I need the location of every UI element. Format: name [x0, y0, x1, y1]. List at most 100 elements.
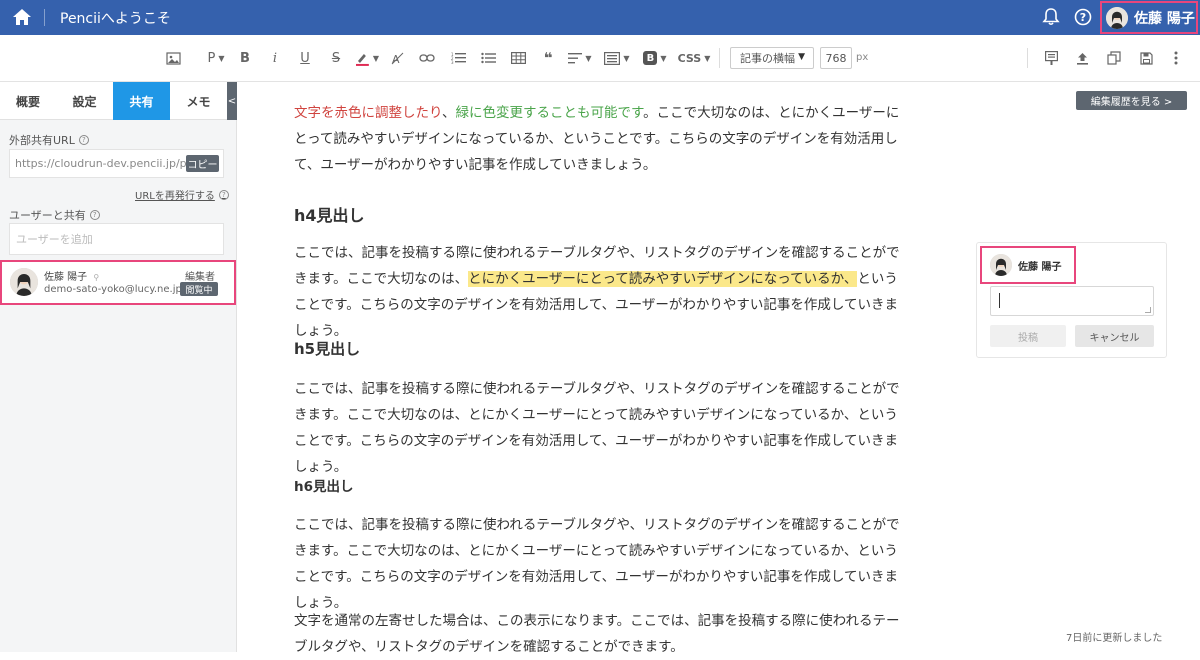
css-dropdown[interactable]: CSS ▼ — [677, 48, 711, 68]
editor-toolbar: P ▼ B i U S ▼ A 123 ❝ ▼ ▼ B ▼ CSS ▼ 記事の横幅 … — [0, 35, 1200, 82]
red-text: 文字を赤色に調整したり — [294, 105, 442, 121]
paragraph-dropdown[interactable]: P ▼ — [203, 48, 229, 68]
caret-down-icon: ▼ — [623, 53, 630, 63]
text-cursor — [999, 293, 1000, 308]
italic-button[interactable]: i — [268, 48, 282, 68]
tab-memo[interactable]: メモ — [170, 82, 227, 120]
avatar — [990, 254, 1012, 276]
last-updated-status: 7日前に更新しました — [1066, 633, 1163, 644]
avatar — [10, 268, 38, 296]
reissue-url-link[interactable]: URLを再発行する ? — [135, 187, 229, 202]
member-email: demo-sato-yoko@lucy.ne.jp — [44, 284, 182, 295]
user-name: 佐藤 陽子 — [1134, 10, 1195, 27]
caret-down-icon: ▼ — [585, 53, 592, 63]
post-comment-button[interactable]: 投稿 — [990, 325, 1066, 347]
more-options-icon[interactable] — [1170, 48, 1182, 68]
tab-overview[interactable]: 概要 — [0, 82, 56, 120]
edit-history-button[interactable]: 編集履歴を見る > — [1076, 91, 1187, 110]
heading-h5[interactable]: h5見出し — [294, 338, 360, 359]
comment-box: 佐藤 陽子 投稿 キャンセル — [976, 242, 1167, 358]
add-user-input[interactable]: ユーザーを追加 — [9, 223, 224, 255]
article-width-label: 記事の横幅 — [740, 52, 795, 65]
heading-h4[interactable]: h4見出し — [294, 202, 365, 226]
h6-paragraph[interactable]: ここでは、記事を投稿する際に使われるテーブルタグや、リストタグのデザインを確認す… — [294, 512, 906, 616]
svg-text:3: 3 — [451, 60, 454, 64]
blockquote-button[interactable]: ❝ — [540, 48, 556, 68]
home-icon[interactable] — [12, 8, 32, 26]
paragraph-label: P — [207, 50, 216, 66]
share-users-label-text: ユーザーと共有 — [9, 209, 86, 222]
table-icon[interactable] — [509, 48, 527, 68]
avatar — [1106, 6, 1128, 29]
help-icon[interactable]: ? — [78, 135, 89, 145]
upload-icon[interactable] — [1074, 48, 1090, 68]
member-name: 佐藤 陽子 ⚲ — [44, 268, 99, 283]
caret-down-icon: ▼ — [704, 53, 711, 63]
css-label: CSS — [677, 51, 702, 65]
external-url-label: 外部共有URL ? — [9, 132, 89, 148]
shared-member-row[interactable]: 佐藤 陽子 ⚲ demo-sato-yoko@lucy.ne.jp 編集者 閲覧… — [0, 260, 236, 305]
help-icon[interactable]: ? — [1074, 8, 1092, 26]
intro-paragraph[interactable]: 文字を赤色に調整したり、緑に色変更することも可能です。ここで大切なのは、とにかく… — [294, 100, 906, 178]
h4-paragraph[interactable]: ここでは、記事を投稿する際に使われるテーブルタグや、リストタグのデザインを確認す… — [294, 240, 906, 344]
save-icon[interactable] — [1138, 48, 1154, 68]
member-name-text: 佐藤 陽子 — [44, 272, 88, 283]
green-text: 緑に色変更することも可能です — [455, 105, 644, 121]
tab-share[interactable]: 共有 — [113, 82, 170, 120]
copy-icon[interactable] — [1106, 48, 1122, 68]
clear-format-icon[interactable]: A — [389, 48, 405, 68]
image-icon[interactable] — [164, 48, 182, 68]
width-unit: px — [856, 52, 869, 63]
article-width-select[interactable]: 記事の横幅 ▼ — [730, 47, 814, 69]
text-color-button[interactable]: ▼ — [355, 48, 379, 68]
comment-author: 佐藤 陽子 — [980, 246, 1076, 284]
external-url-label-text: 外部共有URL — [9, 134, 75, 147]
link-icon[interactable] — [418, 48, 436, 68]
toolbar-divider — [719, 48, 720, 68]
caret-down-icon: ▼ — [798, 52, 805, 62]
badge-dropdown[interactable]: B ▼ — [641, 48, 669, 68]
collapse-sidebar-button[interactable]: < — [227, 82, 237, 120]
heading-h6[interactable]: h6見出し — [294, 475, 354, 495]
h5-paragraph[interactable]: ここでは、記事を投稿する際に使われるテーブルタグや、リストタグのデザインを確認す… — [294, 376, 906, 480]
header-divider — [44, 9, 45, 26]
sidebar-tabs: 概要 設定 共有 メモ < — [0, 82, 237, 120]
svg-text:?: ? — [1080, 11, 1086, 24]
resize-handle-icon[interactable] — [1145, 307, 1151, 313]
tab-settings[interactable]: 設定 — [56, 82, 113, 120]
editor-content[interactable]: 編集履歴を見る > 文字を赤色に調整したり、緑に色変更することも可能です。ここで… — [237, 82, 1200, 655]
copy-url-button[interactable]: コピー — [186, 155, 219, 172]
caret-down-icon: ▼ — [372, 53, 379, 63]
bullet-list-icon[interactable] — [479, 48, 497, 68]
key-icon: ⚲ — [93, 273, 100, 282]
sidebar: 概要 設定 共有 メモ < 外部共有URL ? https://cloudrun… — [0, 82, 237, 652]
top-bar: Penciiへようこそ ? 佐藤 陽子 — [0, 0, 1200, 35]
comment-input[interactable] — [990, 286, 1154, 316]
b-badge: B — [643, 51, 658, 65]
caret-down-icon: ▼ — [218, 53, 225, 63]
viewing-status-badge: 閲覧中 — [180, 282, 218, 296]
external-url-value: https://cloudrun-dev.pencii.jp/public- — [15, 157, 187, 170]
caret-down-icon: ▼ — [660, 53, 667, 63]
help-icon[interactable]: ? — [89, 210, 100, 220]
share-users-label: ユーザーと共有 ? — [9, 207, 100, 223]
article-width-input[interactable]: 768 — [820, 47, 852, 69]
underline-button[interactable]: U — [298, 48, 312, 68]
strikethrough-button[interactable]: S — [329, 48, 343, 68]
comment-author-name: 佐藤 陽子 — [1018, 261, 1062, 273]
reissue-url-label: URLを再発行する — [135, 191, 215, 202]
cancel-comment-button[interactable]: キャンセル — [1075, 325, 1154, 347]
help-icon[interactable]: ? — [218, 189, 229, 200]
block-style-dropdown[interactable]: ▼ — [603, 48, 631, 68]
align-dropdown[interactable]: ▼ — [567, 48, 593, 68]
left-aligned-paragraph[interactable]: 文字を通常の左寄せした場合は、この表示になります。ここでは、記事を投稿する際に使… — [294, 608, 906, 660]
ordered-list-icon[interactable]: 123 — [449, 48, 467, 68]
user-menu[interactable]: 佐藤 陽子 — [1100, 1, 1198, 34]
bell-icon[interactable] — [1041, 7, 1061, 27]
intro-separator: 、 — [441, 105, 456, 121]
member-role[interactable]: 編集者 — [185, 268, 215, 283]
highlighted-text: とにかくユーザーにとって読みやすいデザインになっているか、 — [468, 271, 858, 287]
preview-icon[interactable] — [1043, 48, 1059, 68]
bold-button[interactable]: B — [238, 48, 252, 68]
app-title: Penciiへようこそ — [60, 11, 171, 27]
